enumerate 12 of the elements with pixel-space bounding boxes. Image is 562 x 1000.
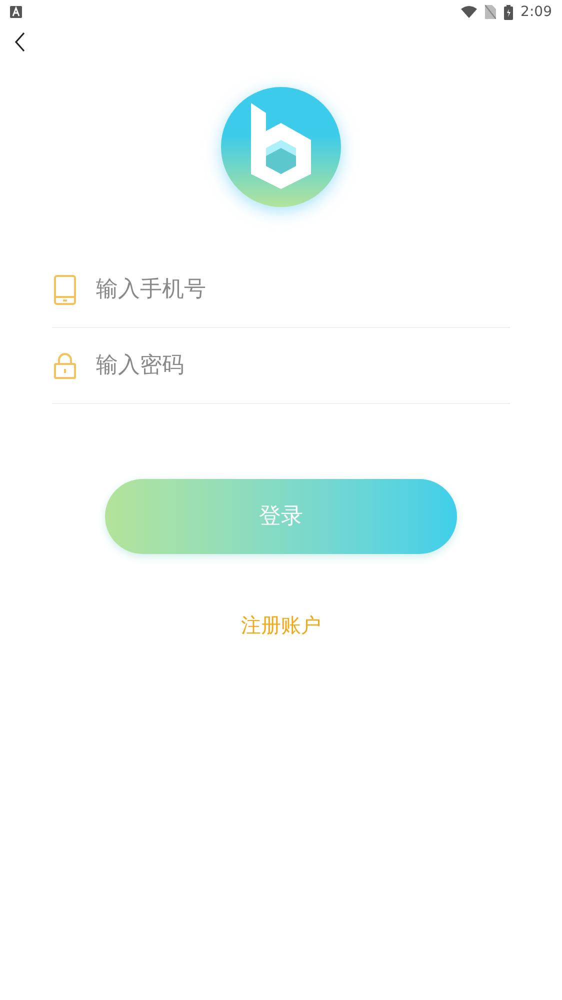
login-button[interactable]: 登录 — [105, 479, 457, 554]
lock-icon — [53, 352, 77, 378]
wifi-icon — [460, 6, 477, 18]
register-link[interactable]: 注册账户 — [241, 610, 321, 640]
notification-icon — [10, 6, 22, 18]
no-sim-icon — [484, 5, 496, 19]
status-time: 2:09 — [520, 2, 552, 22]
password-field[interactable]: 输入密码 — [96, 346, 510, 386]
battery-icon — [504, 4, 513, 20]
phone-icon — [54, 274, 76, 304]
back-icon — [14, 32, 26, 52]
phone-field[interactable]: 输入手机号 — [96, 270, 510, 310]
